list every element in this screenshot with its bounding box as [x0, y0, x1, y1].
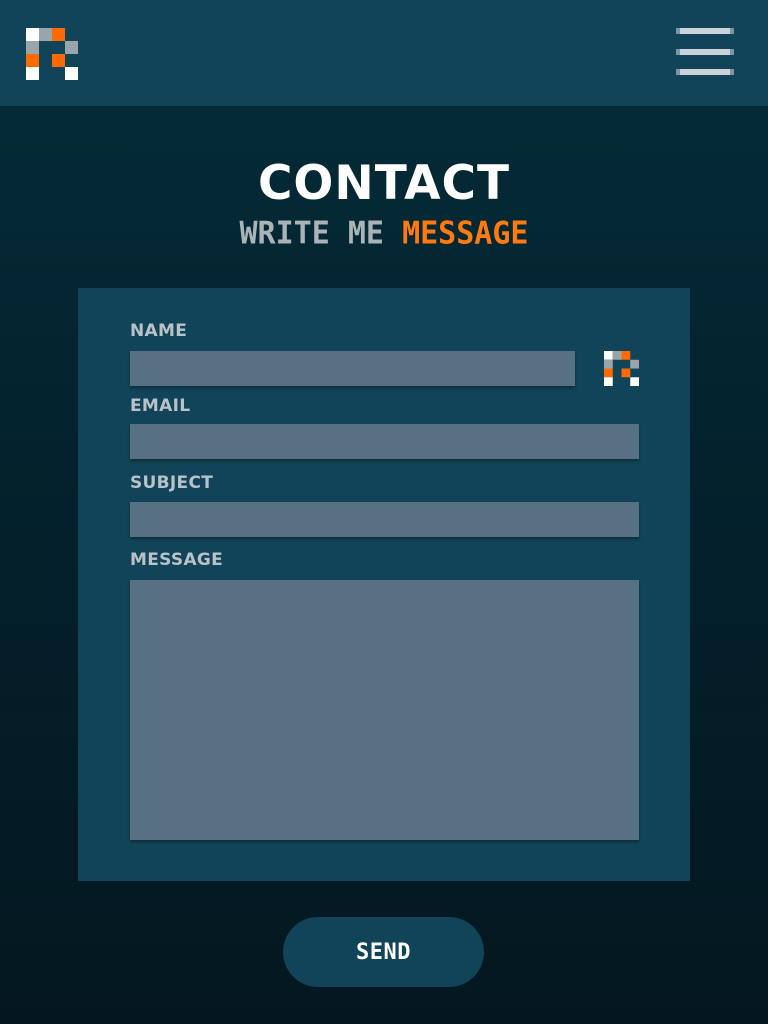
send-button[interactable]: SEND — [283, 917, 484, 987]
menu-bar — [676, 49, 734, 55]
subtitle-accent-text: MESSAGE — [402, 215, 529, 252]
top-bar — [0, 0, 768, 106]
page-title: CONTACT — [257, 156, 511, 211]
email-label: EMAIL — [130, 396, 191, 416]
contact-form: NAME EMAIL SUBJECT MESSAGE — [78, 288, 690, 881]
subject-field[interactable] — [130, 502, 639, 537]
message-label: MESSAGE — [130, 550, 224, 570]
pixel-r-mini-logo — [604, 351, 639, 386]
hamburger-menu-icon[interactable] — [672, 26, 736, 80]
menu-bar — [676, 28, 734, 34]
email-field[interactable] — [130, 424, 639, 459]
name-field[interactable] — [130, 351, 575, 386]
name-label: NAME — [130, 321, 188, 341]
message-textarea[interactable] — [130, 580, 639, 840]
subtitle-muted-text: WRITE ME — [239, 215, 385, 252]
pixel-r-logo[interactable] — [26, 28, 78, 80]
page-subtitle: WRITE ME MESSAGE — [0, 215, 768, 252]
subject-label: SUBJECT — [130, 473, 214, 493]
menu-bar — [676, 69, 734, 75]
